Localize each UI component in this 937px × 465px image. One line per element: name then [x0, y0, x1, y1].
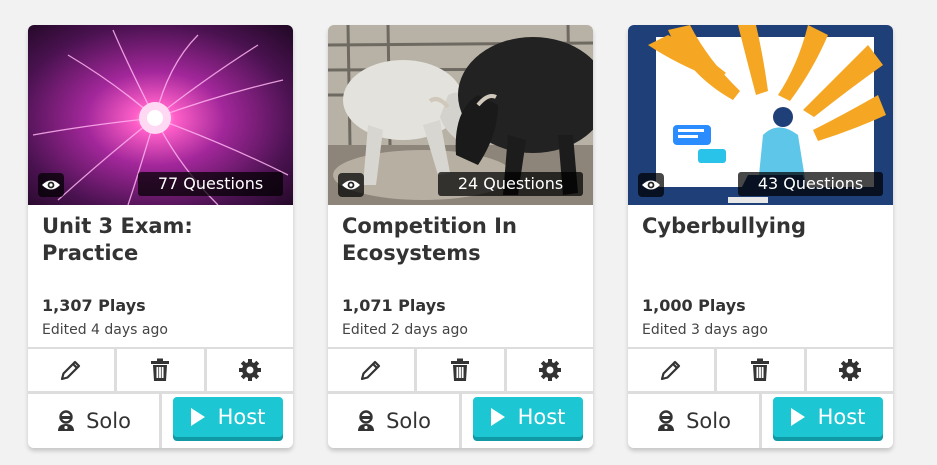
delete-button[interactable]: [417, 349, 504, 391]
host-button-container: Host: [162, 394, 293, 448]
host-button-container: Host: [762, 394, 893, 448]
question-count: 24 Questions: [438, 172, 583, 196]
quiz-title[interactable]: Competition In Ecosystems: [342, 213, 587, 267]
preview-button[interactable]: [38, 173, 64, 197]
play-icon: [490, 408, 505, 426]
edit-button[interactable]: [628, 349, 715, 391]
host-button[interactable]: Host: [172, 397, 283, 437]
edit-button[interactable]: [328, 349, 415, 391]
play-count: 1,000 Plays: [642, 296, 746, 315]
preview-button[interactable]: [638, 173, 664, 197]
edited-time: Edited 4 days ago: [42, 322, 168, 338]
pencil-icon: [361, 360, 381, 381]
solo-button[interactable]: Solo: [28, 394, 159, 448]
solo-label: Solo: [386, 409, 431, 433]
play-icon: [790, 408, 805, 426]
host-button[interactable]: Host: [772, 397, 883, 437]
solo-button[interactable]: Solo: [328, 394, 459, 448]
settings-button[interactable]: [506, 349, 593, 391]
eye-icon: [342, 180, 360, 190]
pencil-icon: [661, 360, 681, 381]
quiz-card[interactable]: 24 Questions Competition In Ecosystems 1…: [328, 25, 593, 448]
play-icon: [190, 408, 205, 426]
gear-icon: [238, 359, 261, 381]
gear-icon: [838, 359, 861, 381]
edit-button[interactable]: [28, 349, 115, 391]
player-icon: [658, 410, 675, 431]
card-actions: Solo Host: [628, 391, 893, 448]
quiz-title[interactable]: Cyberbullying: [642, 213, 887, 240]
pencil-icon: [61, 360, 81, 381]
eye-icon: [42, 180, 60, 190]
host-button[interactable]: Host: [472, 397, 583, 437]
card-toolbar: [628, 347, 893, 391]
host-button-container: Host: [462, 394, 593, 448]
gear-icon: [538, 359, 561, 381]
quiz-card[interactable]: 43 Questions Cyberbullying 1,000 Plays E…: [628, 25, 893, 448]
play-count: 1,307 Plays: [42, 296, 146, 315]
question-count: 77 Questions: [138, 172, 283, 196]
quiz-title[interactable]: Unit 3 Exam: Practice: [42, 213, 287, 267]
solo-button[interactable]: Solo: [628, 394, 759, 448]
question-count: 43 Questions: [738, 172, 883, 196]
host-label: Host: [517, 405, 566, 429]
quiz-card[interactable]: 77 Questions Unit 3 Exam: Practice 1,307…: [28, 25, 293, 448]
trash-icon: [451, 358, 470, 381]
preview-button[interactable]: [338, 173, 364, 197]
player-icon: [358, 410, 375, 431]
player-icon: [58, 410, 75, 431]
eye-icon: [642, 180, 660, 190]
settings-button[interactable]: [206, 349, 293, 391]
settings-button[interactable]: [806, 349, 893, 391]
edited-time: Edited 3 days ago: [642, 322, 768, 338]
quiz-thumbnail[interactable]: 24 Questions: [328, 25, 593, 205]
host-label: Host: [217, 405, 266, 429]
card-actions: Solo Host: [328, 391, 593, 448]
solo-label: Solo: [686, 409, 731, 433]
play-count: 1,071 Plays: [342, 296, 446, 315]
host-label: Host: [817, 405, 866, 429]
trash-icon: [751, 358, 770, 381]
trash-icon: [151, 358, 170, 381]
delete-button[interactable]: [717, 349, 804, 391]
card-actions: Solo Host: [28, 391, 293, 448]
edited-time: Edited 2 days ago: [342, 322, 468, 338]
solo-label: Solo: [86, 409, 131, 433]
quiz-thumbnail[interactable]: 43 Questions: [628, 25, 893, 205]
quiz-thumbnail[interactable]: 77 Questions: [28, 25, 293, 205]
delete-button[interactable]: [117, 349, 204, 391]
card-toolbar: [328, 347, 593, 391]
card-toolbar: [28, 347, 293, 391]
